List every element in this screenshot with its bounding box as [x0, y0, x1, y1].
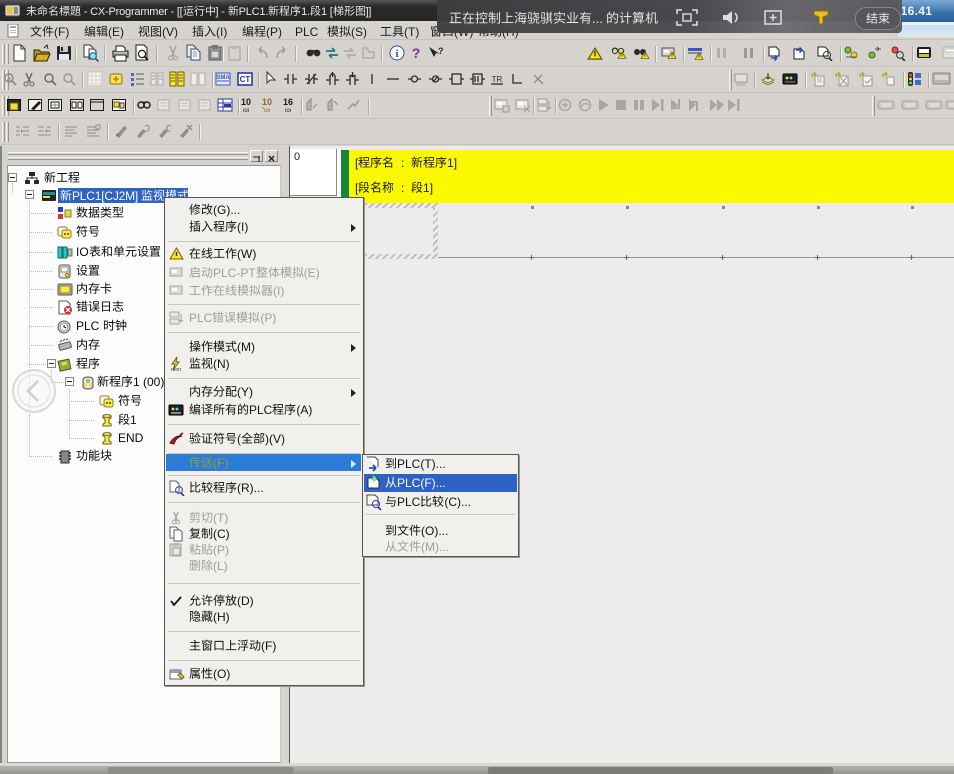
svg-text:ıоı: ıоı	[264, 108, 271, 113]
svg-text:a: a	[7, 76, 11, 83]
svg-text:roon: roon	[736, 82, 746, 87]
svg-text:ıоı: ıоı	[285, 108, 292, 113]
svg-text:i: i	[395, 48, 398, 60]
svg-text:CT: CT	[240, 75, 251, 84]
svg-text:roon: roon	[171, 367, 181, 372]
svg-text:?: ?	[412, 45, 421, 61]
svg-text:16: 16	[283, 97, 293, 107]
svg-text:?: ?	[438, 46, 443, 56]
svg-text:SMA: SMA	[216, 75, 230, 81]
svg-text:10: 10	[241, 97, 251, 107]
svg-text:ıоı: ıоı	[243, 108, 250, 113]
svg-text:10: 10	[262, 97, 272, 107]
svg-text:TR: TR	[492, 75, 503, 84]
